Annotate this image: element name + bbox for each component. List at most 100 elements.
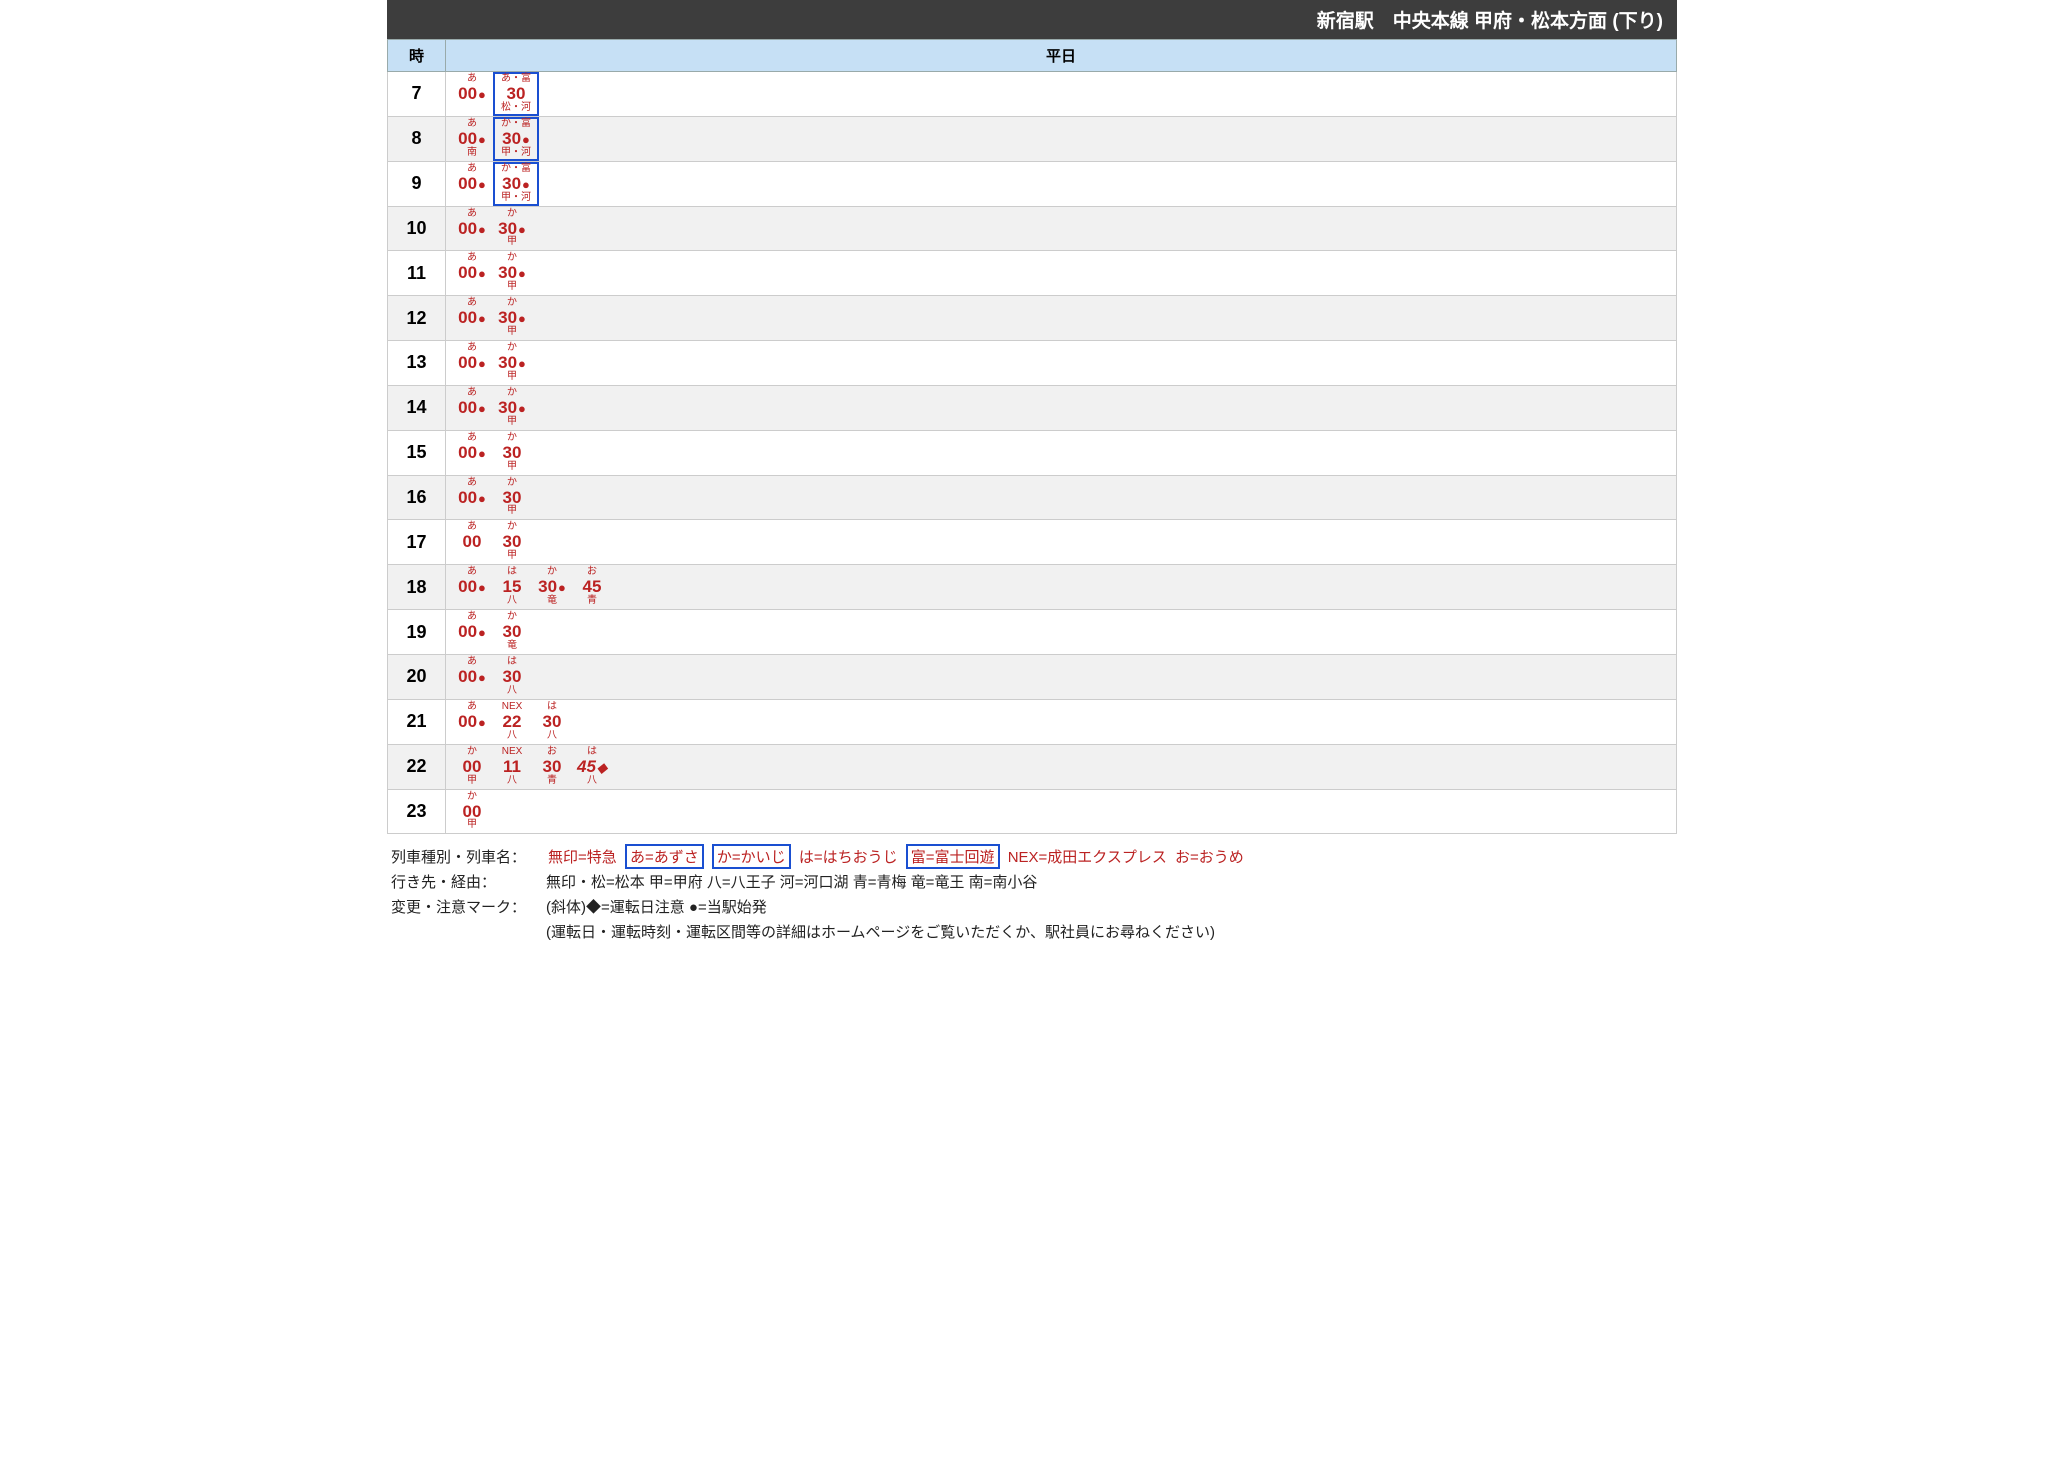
hour-cell: 11: [388, 251, 446, 296]
col-day-header: 平日: [446, 40, 1677, 72]
dep-minute: 30: [503, 623, 522, 641]
departure: か・富30●甲・河: [493, 162, 539, 206]
dep-dest-marker: 甲: [507, 372, 517, 383]
legend: 列車種別・列車名： 無印=特急 あ=あずさ か=かいじ は=はちおうじ 富=富士…: [387, 834, 1677, 960]
dep-minute: 30: [503, 444, 522, 462]
departure: あ00●: [452, 657, 492, 697]
legend-item: か=かいじ: [712, 844, 791, 869]
dep-top-marker: NEX: [502, 747, 523, 758]
dep-dest-marker: 八: [507, 686, 517, 697]
table-row: 16あ00●か30甲: [388, 475, 1677, 520]
departure: あ00●: [452, 433, 492, 473]
dep-minute: 00●: [458, 220, 486, 238]
legend-item: NEX=成田エクスプレス: [1006, 846, 1169, 867]
times-cell: あ00●あ・富30松・河: [446, 72, 1677, 117]
dep-dest-marker: 甲・河: [501, 193, 531, 204]
dep-minute: 11: [503, 758, 521, 776]
hour-cell: 13: [388, 341, 446, 386]
origin-dot-icon: ●: [478, 446, 486, 461]
departure: あ00●: [452, 478, 492, 518]
departure: か30●甲: [492, 343, 532, 383]
departure: は30八: [492, 657, 532, 697]
dep-minute: 15: [503, 578, 522, 596]
table-row: 23か00甲: [388, 789, 1677, 834]
departure: は15八: [492, 567, 532, 607]
dep-dest-marker: 青: [547, 776, 557, 787]
departure: お45青: [572, 567, 612, 607]
dep-top-marker: か: [467, 792, 477, 803]
departure: か30●甲: [492, 253, 532, 293]
table-row: 18あ00●は15八か30●竜お45青: [388, 565, 1677, 610]
hour-cell: 15: [388, 430, 446, 475]
hour-cell: 8: [388, 116, 446, 161]
departure: あ00●: [452, 209, 492, 249]
hour-cell: 19: [388, 610, 446, 655]
dep-dest-marker: 甲: [467, 820, 477, 831]
origin-dot-icon: ●: [518, 222, 526, 237]
hour-cell: 9: [388, 161, 446, 206]
table-row: 20あ00●は30八: [388, 654, 1677, 699]
hour-cell: 16: [388, 475, 446, 520]
origin-dot-icon: ●: [478, 401, 486, 416]
dep-minute: 00●: [458, 85, 486, 103]
dep-dest-marker: 甲: [507, 462, 517, 473]
dep-minute: 00●: [458, 309, 486, 327]
dep-dest-marker: 甲: [507, 417, 517, 428]
dep-minute: 30: [507, 85, 526, 103]
departure: あ00●: [452, 567, 492, 607]
departure: は45◆八: [572, 747, 612, 787]
dep-dest-marker: 八: [587, 776, 597, 787]
times-cell: あ00●か30●甲: [446, 341, 1677, 386]
origin-dot-icon: ●: [478, 715, 486, 730]
legend-dest-label: 行き先・経由：: [391, 871, 546, 892]
dep-minute: 00●: [458, 713, 486, 731]
times-cell: あ00●か30甲: [446, 475, 1677, 520]
dep-dest-marker: 甲: [507, 282, 517, 293]
departure: NEX11八: [492, 747, 532, 787]
departure: か30●竜: [532, 567, 572, 607]
departure: NEX22八: [492, 702, 532, 742]
hour-cell: 20: [388, 654, 446, 699]
times-cell: か00甲: [446, 789, 1677, 834]
dep-minute: 00: [463, 758, 482, 776]
times-cell: あ00●か30●甲: [446, 296, 1677, 341]
hour-cell: 21: [388, 699, 446, 744]
hour-cell: 7: [388, 72, 446, 117]
dep-top-marker: か: [507, 478, 517, 489]
departure: あ00●: [452, 702, 492, 742]
origin-dot-icon: ●: [478, 670, 486, 685]
dep-dest-marker: 竜: [507, 641, 517, 652]
table-row: 8あ00●南か・富30●甲・河: [388, 116, 1677, 161]
departure: か30●甲: [492, 209, 532, 249]
origin-dot-icon: ●: [478, 491, 486, 506]
departure: か00甲: [452, 747, 492, 787]
origin-dot-icon: ●: [518, 401, 526, 416]
table-row: 13あ00●か30●甲: [388, 341, 1677, 386]
departure: あ00●: [452, 164, 492, 204]
table-row: 14あ00●か30●甲: [388, 385, 1677, 430]
dep-minute: 30●: [498, 309, 526, 327]
origin-dot-icon: ●: [522, 132, 530, 147]
hour-cell: 18: [388, 565, 446, 610]
hour-cell: 22: [388, 744, 446, 789]
origin-dot-icon: ●: [478, 266, 486, 281]
dep-dest-marker: 甲: [507, 327, 517, 338]
departure: あ00●: [452, 343, 492, 383]
hour-cell: 10: [388, 206, 446, 251]
times-cell: あ00●か30●甲: [446, 385, 1677, 430]
legend-item: あ=あずさ: [625, 844, 704, 869]
dep-minute: 30●: [498, 399, 526, 417]
legend-item: は=はちおうじ: [797, 846, 900, 867]
origin-dot-icon: ●: [478, 222, 486, 237]
departure: か30竜: [492, 612, 532, 652]
legend-note: (運転日・運転時刻・運転区間等の詳細はホームページをご覧いただくか、駅社員にお尋…: [546, 921, 1673, 942]
departure: あ・富30松・河: [493, 72, 539, 116]
origin-dot-icon: ●: [478, 356, 486, 371]
dep-dest-marker: 八: [507, 596, 517, 607]
dep-minute: 22: [503, 713, 522, 731]
origin-dot-icon: ●: [558, 580, 566, 595]
dep-dest-marker: 南: [467, 148, 477, 159]
table-row: 17あ00か30甲: [388, 520, 1677, 565]
dep-minute: 30●: [498, 264, 526, 282]
dep-minute: 30: [503, 489, 522, 507]
